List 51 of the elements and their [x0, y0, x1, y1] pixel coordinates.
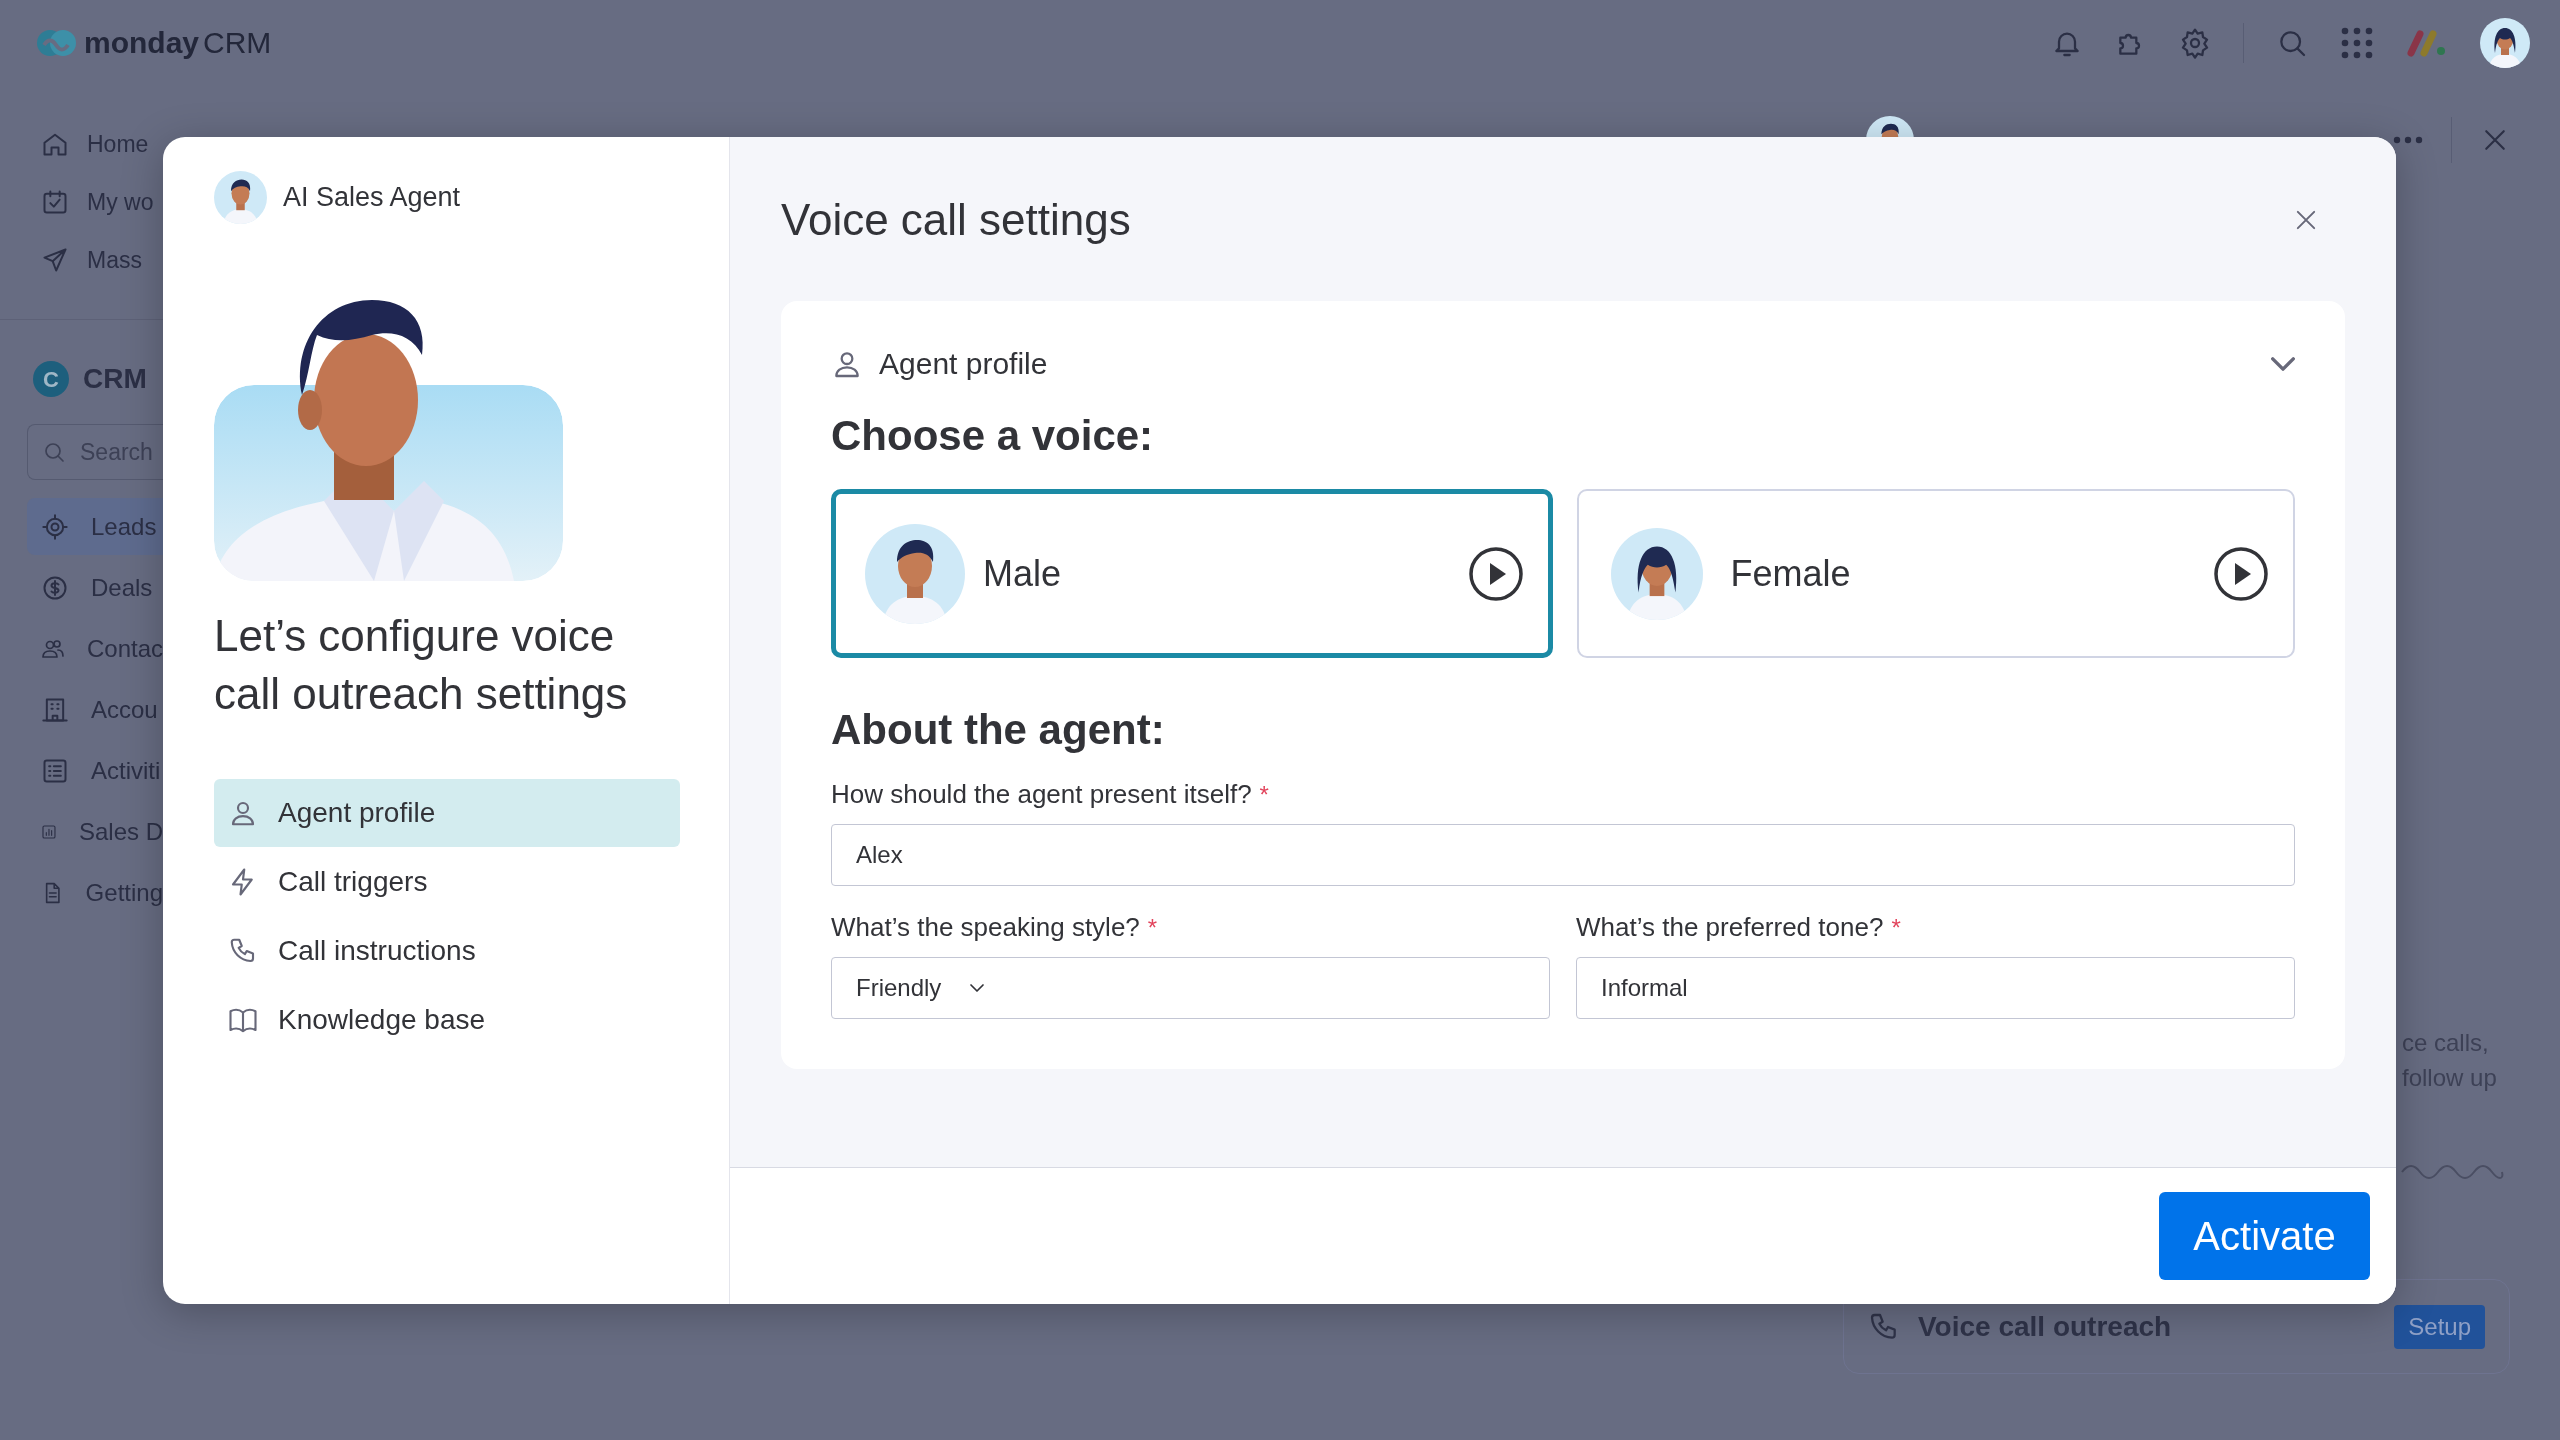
- step-tab[interactable]: Agent profile: [214, 779, 680, 847]
- input-field[interactable]: Informal: [1576, 957, 2295, 1019]
- sidebar-item[interactable]: Mass: [87, 242, 142, 278]
- field-label: How should the agent present itself?: [831, 778, 1252, 811]
- section-header[interactable]: Agent profile: [831, 341, 2295, 386]
- required-mark: *: [1147, 913, 1158, 943]
- board-item[interactable]: Sales D: [27, 803, 163, 860]
- voice-option[interactable]: Female: [1576, 489, 2295, 658]
- voice-option[interactable]: Male: [831, 489, 1553, 658]
- field-label: What’s the speaking style?: [831, 911, 1140, 944]
- more-icon[interactable]: [2393, 136, 2423, 144]
- required-mark: *: [1891, 913, 1901, 943]
- sidebar-item[interactable]: My wo: [87, 184, 154, 220]
- section-heading: About the agent:: [831, 705, 1166, 755]
- dialog-title: Voice call settings: [781, 194, 1131, 246]
- select-field[interactable]: Friendly: [831, 957, 1550, 1019]
- agent-avatar: [214, 171, 267, 224]
- chevron-icon: [2271, 356, 2295, 371]
- board-item[interactable]: Contac: [27, 620, 163, 677]
- required-mark: *: [1259, 780, 1269, 810]
- sidebar-item[interactable]: Home: [87, 126, 149, 162]
- agent-name: AI Sales Agent: [283, 181, 461, 215]
- play-icon[interactable]: [1467, 545, 1524, 602]
- board-item[interactable]: Deals: [27, 559, 163, 616]
- board-item[interactable]: Leads: [27, 498, 163, 555]
- target-icon: [41, 512, 69, 541]
- play-icon[interactable]: [2213, 545, 2269, 602]
- section-heading: Choose a voice:: [831, 411, 1155, 461]
- board-item[interactable]: Accou: [27, 681, 163, 738]
- apps-grid-icon[interactable]: [2340, 25, 2374, 60]
- step-tab[interactable]: Call instructions: [214, 917, 680, 985]
- field-label: What’s the preferred tone?: [1576, 911, 1884, 944]
- product-name: CRM: [203, 25, 272, 61]
- step-tab[interactable]: Knowledge base: [214, 986, 680, 1054]
- workspace-name[interactable]: CRM: [83, 358, 147, 400]
- board-item[interactable]: Getting: [27, 864, 163, 921]
- calendar-icon: [41, 188, 69, 216]
- input-field[interactable]: Alex: [831, 824, 2295, 886]
- send-icon: [41, 246, 69, 274]
- activate-button[interactable]: Activate: [2159, 1192, 2370, 1280]
- user-avatar: [2480, 17, 2530, 68]
- channel-name: Voice call outreach: [1918, 1309, 2172, 1344]
- search-icon: [42, 440, 66, 464]
- workspace-badge: C: [33, 361, 69, 397]
- heading: Let’s configure voice call outreach settings: [214, 610, 629, 720]
- logo-text: monday: [84, 25, 200, 61]
- brand-mark-icon: [2406, 27, 2448, 58]
- setup-button[interactable]: Setup: [2394, 1304, 2485, 1349]
- step-tab[interactable]: Call triggers: [214, 848, 680, 916]
- settings-icon: [2179, 26, 2211, 59]
- board-item[interactable]: Activiti: [27, 742, 163, 799]
